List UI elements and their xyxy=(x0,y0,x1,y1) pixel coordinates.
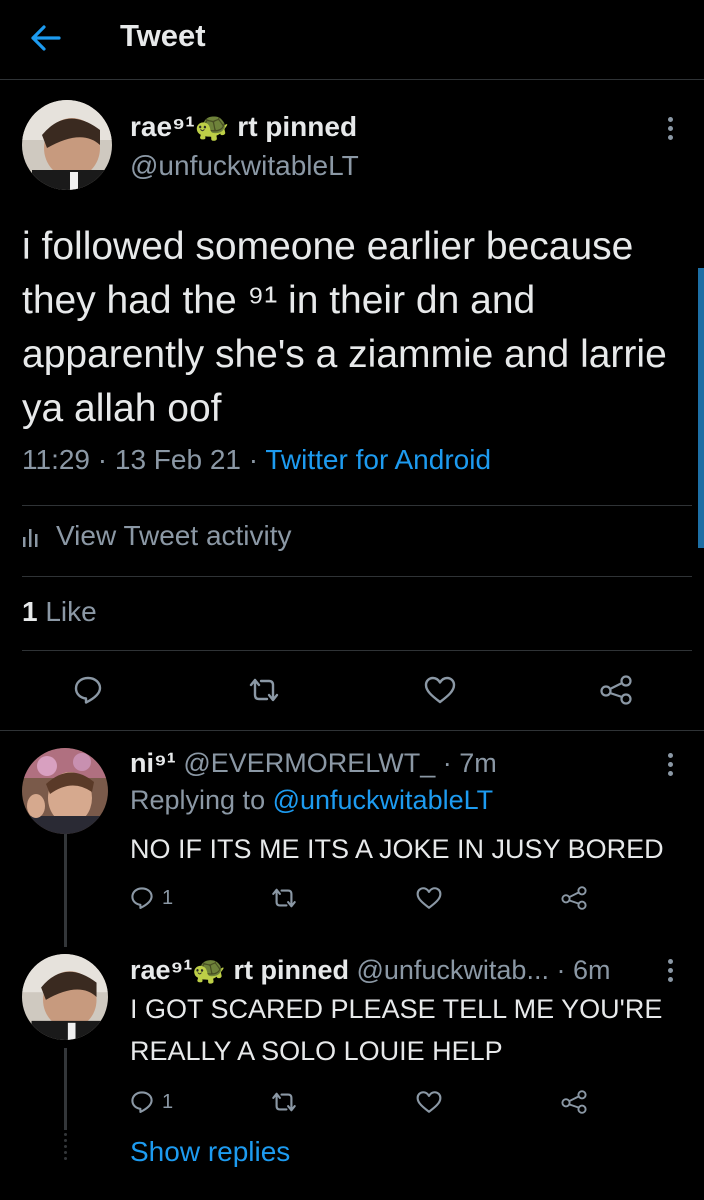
reply-count: 1 xyxy=(162,1090,174,1113)
divider xyxy=(22,505,692,506)
reply-count: 1 xyxy=(162,886,174,909)
divider xyxy=(22,650,692,651)
reply-avatar[interactable] xyxy=(22,748,108,834)
more-options-icon[interactable] xyxy=(658,746,682,782)
reply-header: ni⁹¹ @EVERMORELWT_ · 7m xyxy=(130,748,497,779)
reply-text: I GOT SCARED PLEASE TELL ME YOU'RE REALL… xyxy=(130,994,663,1066)
analytics-icon xyxy=(23,529,38,547)
author-display-name[interactable]: rae⁹¹🐢 rt pinned xyxy=(130,110,357,143)
reply-actions: 1 xyxy=(120,1084,600,1120)
tweet-timestamp: 11:29 · 13 Feb 21 · xyxy=(22,444,266,475)
replying-prefix: Replying to xyxy=(130,785,273,815)
show-replies-link[interactable]: Show replies xyxy=(130,1136,290,1168)
like-label: Like xyxy=(37,596,97,627)
like-count-number: 1 xyxy=(22,596,38,627)
scrollbar[interactable] xyxy=(698,268,704,548)
like-heart-icon[interactable] xyxy=(416,880,442,916)
replying-to: Replying to @unfuckwitableLT xyxy=(130,785,493,816)
tweet-source-link[interactable]: Twitter for Android xyxy=(265,444,491,475)
thread-connector xyxy=(64,832,67,947)
like-heart-icon[interactable] xyxy=(418,668,462,712)
thread-more-dots xyxy=(62,1133,68,1163)
reply-display-name[interactable]: ni⁹¹ xyxy=(130,748,176,778)
reply-icon xyxy=(131,887,153,910)
reply-button[interactable]: 1 xyxy=(130,880,173,916)
more-options-icon[interactable] xyxy=(658,952,682,988)
reply-button[interactable]: 1 xyxy=(130,1084,173,1120)
like-heart-icon[interactable] xyxy=(416,1084,442,1120)
more-options-icon[interactable] xyxy=(658,110,682,146)
reply-handle-time[interactable]: @EVERMORELWT_ · 7m xyxy=(176,748,496,778)
retweet-icon[interactable] xyxy=(242,668,286,712)
tweet-meta: 11:29 · 13 Feb 21 · Twitter for Android xyxy=(22,444,491,476)
reply-icon xyxy=(131,1091,153,1114)
activity-label: View Tweet activity xyxy=(56,520,292,551)
reply-header: rae⁹¹🐢 rt pinned @unfuckwitab... · 6m xyxy=(130,954,610,986)
reply-text: NO IF ITS ME ITS A JOKE IN JUSY BORED xyxy=(130,834,664,864)
replying-to-link[interactable]: @unfuckwitableLT xyxy=(273,785,494,815)
view-tweet-activity-button[interactable]: View Tweet activity xyxy=(22,520,292,552)
reply-actions: 1 xyxy=(120,880,600,916)
author-handle[interactable]: @unfuckwitableLT xyxy=(130,150,359,182)
top-bar: Tweet xyxy=(0,0,704,80)
divider xyxy=(22,576,692,577)
back-arrow-icon[interactable] xyxy=(26,20,66,56)
divider xyxy=(0,730,704,731)
reply-avatar[interactable] xyxy=(22,954,108,1040)
share-icon[interactable] xyxy=(594,668,638,712)
retweet-icon[interactable] xyxy=(270,880,298,916)
reply-icon[interactable] xyxy=(66,668,110,712)
tweet-actions xyxy=(0,668,704,712)
share-icon[interactable] xyxy=(560,880,588,916)
author-avatar[interactable] xyxy=(22,100,112,190)
share-icon[interactable] xyxy=(560,1084,588,1120)
tweet-text: i followed someone earlier because they … xyxy=(22,225,667,430)
likes-count[interactable]: 1 Like xyxy=(22,596,97,628)
reply-display-name[interactable]: rae⁹¹🐢 rt pinned xyxy=(130,955,349,985)
reply-handle-time[interactable]: @unfuckwitab... · 6m xyxy=(349,955,610,985)
page-title: Tweet xyxy=(120,18,206,53)
retweet-icon[interactable] xyxy=(270,1084,298,1120)
thread-connector xyxy=(64,1048,67,1130)
